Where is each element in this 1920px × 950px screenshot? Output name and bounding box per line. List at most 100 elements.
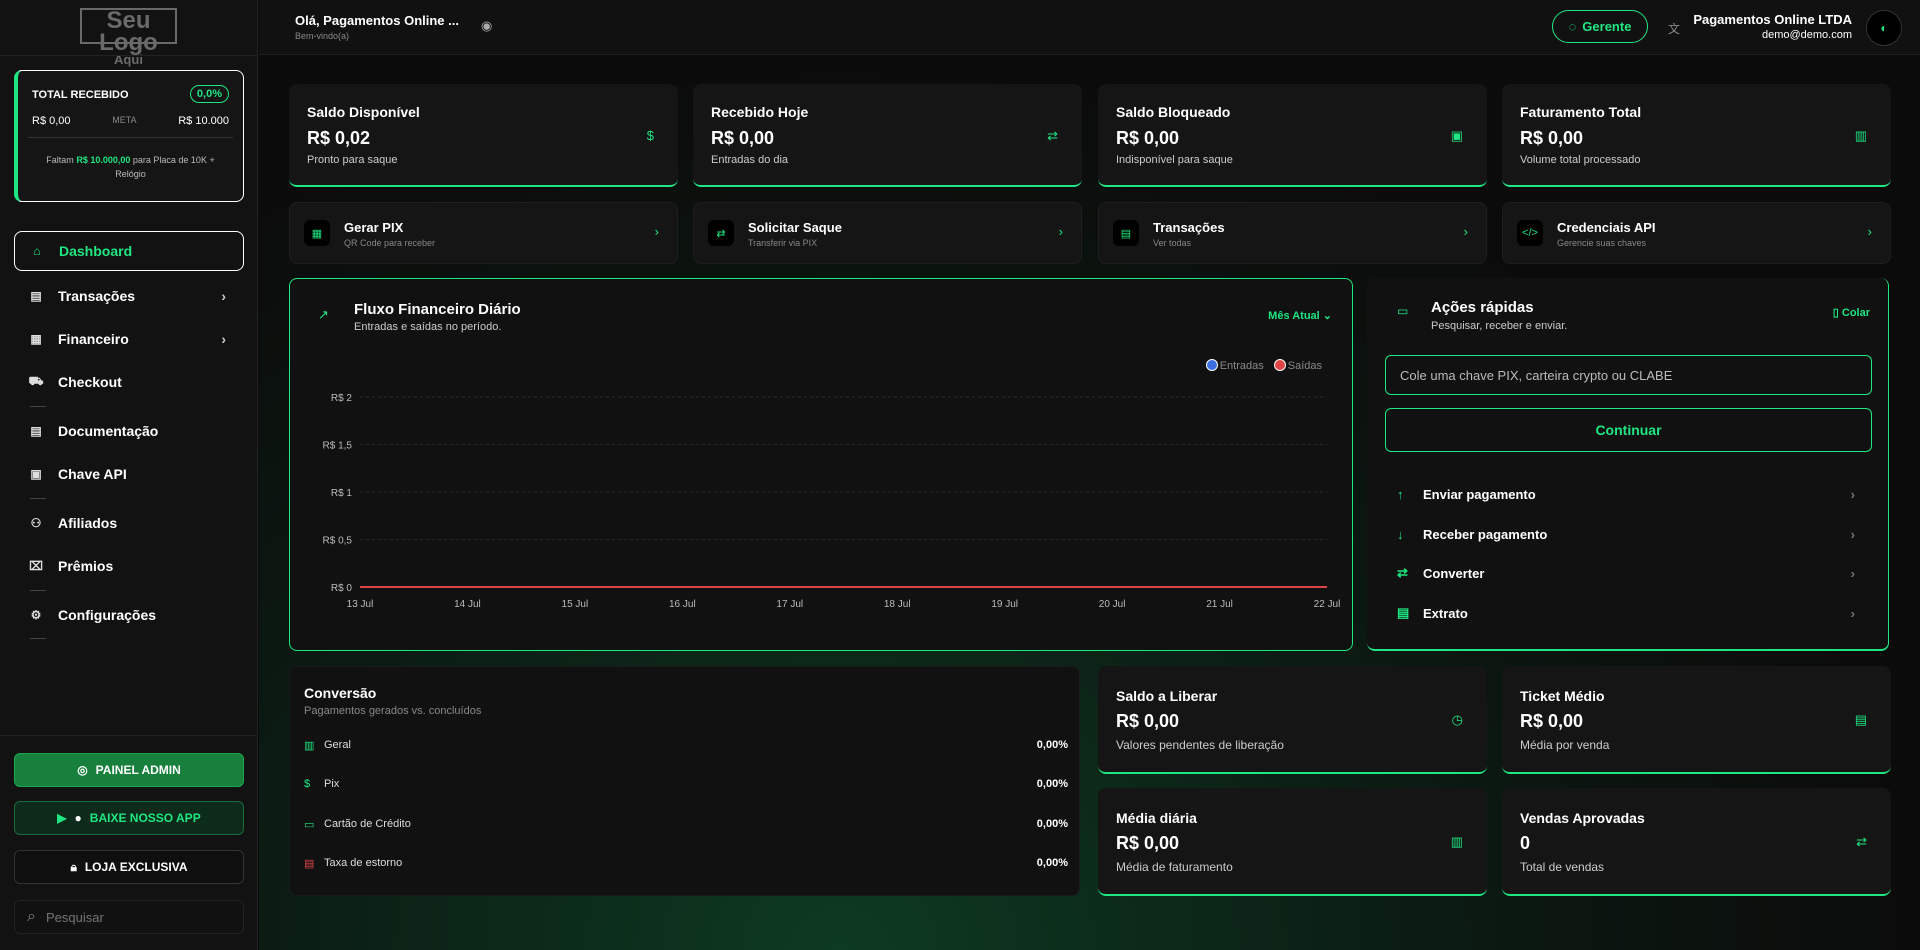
nav-label: Financeiro	[58, 331, 129, 347]
paste-label: Colar	[1841, 307, 1870, 319]
nav-premios[interactable]: ⌧ Prêmios	[14, 546, 244, 586]
continue-button[interactable]: Continuar	[1385, 408, 1872, 452]
goal-percent-badge: 0,0%	[189, 85, 229, 103]
chevron-right-icon: ›	[1850, 565, 1855, 581]
action-send-payment[interactable]: ↑ Enviar pagamento ›	[1397, 482, 1867, 506]
chevron-right-icon: ›	[1867, 224, 1872, 239]
stat-title: Saldo Disponível	[307, 104, 420, 120]
stat-value: R$ 0,00	[711, 128, 775, 148]
divider	[30, 638, 46, 639]
cash-flow-chart: R$ 0 R$ 0,5 R$ 1 R$ 1,5 R$ 2 13 Jul 14 Jul 15 J…	[323, 393, 1341, 610]
avatar[interactable]: ◐	[1866, 10, 1902, 46]
admin-panel-label: PAINEL ADMIN	[95, 763, 181, 777]
eye-icon[interactable]: ◉	[481, 18, 492, 34]
quick-link-solicitar-saque[interactable]: ⇄ Solicitar Saque Transferir via PIX ›	[693, 202, 1082, 264]
nav-checkout[interactable]: ⛟ Checkout	[14, 362, 244, 402]
quick-link-title: Solicitar Saque	[748, 220, 842, 235]
nav-dashboard[interactable]: ⌂ Dashboard	[14, 231, 244, 271]
stat-title: Faturamento Total	[1520, 104, 1642, 120]
clipboard-icon: ▯	[1832, 307, 1839, 319]
action-statement[interactable]: ▤ Extrato ›	[1397, 601, 1867, 625]
apple-icon: ●	[74, 811, 82, 825]
bar-chart-icon: ▥	[1854, 128, 1867, 143]
goal-card: TOTAL RECEBIDO 0,0% R$ 0,00 META R$ 10.0…	[14, 70, 244, 202]
credit-card-icon: ▭	[304, 818, 315, 831]
nav-afiliados[interactable]: ⚇ Afiliados	[14, 503, 244, 543]
divider	[30, 590, 46, 591]
transfer-icon: ⇄	[1397, 565, 1408, 580]
exclusive-store-button[interactable]: 🔒︎ LOJA EXCLUSIVA	[14, 850, 244, 884]
chevron-right-icon: ›	[1850, 526, 1855, 542]
stat-subtitle: Pronto para saque	[307, 154, 398, 166]
gear-icon: ⚙	[30, 608, 42, 622]
action-convert[interactable]: ⇄ Converter ›	[1397, 561, 1867, 585]
x-tick-label: 21 Jul	[1206, 599, 1233, 610]
quick-link-subtitle: Transferir via PIX	[748, 238, 818, 248]
stat-card-blocked: Saldo Bloqueado R$ 0,00 Indisponível par…	[1098, 84, 1487, 187]
account-info[interactable]: Pagamentos Online LTDA demo@demo.com	[1693, 12, 1852, 41]
cart-icon: ⛟	[28, 374, 44, 388]
search-input[interactable]	[45, 909, 226, 925]
download-app-button[interactable]: ▶ ● BAIXE NOSSO APP	[14, 801, 244, 835]
conversion-label: Cartão de Crédito	[324, 818, 411, 830]
conversion-label: Taxa de estorno	[324, 857, 403, 869]
archive-icon: ▭	[1397, 304, 1409, 318]
nav-label: Afiliados	[58, 515, 118, 531]
stat-subtitle: Volume total processado	[1520, 154, 1641, 166]
nav-documentacao[interactable]: ▤ Documentação	[14, 411, 244, 451]
quick-link-subtitle: Gerencie suas chaves	[1557, 238, 1647, 248]
chevron-right-icon: ›	[1463, 224, 1468, 239]
quick-actions-title: Ações rápidas	[1431, 299, 1534, 316]
mini-stat-approved-sales: Vendas Aprovadas 0 Total de vendas ⇄	[1502, 788, 1891, 896]
cash-flow-chart-card: ↗ Fluxo Financeiro Diário Entradas e saí…	[289, 278, 1353, 651]
welcome-text: Bem-vindo(a)	[295, 31, 350, 41]
translate-icon[interactable]: 文	[1668, 20, 1680, 37]
stat-value: R$ 0,00	[1116, 128, 1180, 148]
pix-icon: $	[304, 778, 311, 790]
manager-label: Gerente	[1582, 19, 1632, 34]
admin-panel-button[interactable]: ◎ PAINEL ADMIN	[14, 753, 244, 787]
nav-financeiro[interactable]: ▦ Financeiro ›	[14, 319, 244, 359]
action-receive-payment[interactable]: ↓ Receber pagamento ›	[1397, 522, 1867, 546]
goal-target: R$ 10.000	[178, 115, 229, 127]
quick-actions-card: ▭ Ações rápidas Pesquisar, receber e env…	[1367, 278, 1889, 651]
nav-chave-api[interactable]: ▣ Chave API	[14, 454, 244, 494]
mini-stat-value: R$ 0,00	[1116, 833, 1180, 853]
action-label: Receber pagamento	[1423, 526, 1548, 542]
manager-button[interactable]: ◌ Gerente	[1552, 10, 1648, 43]
code-icon: </>	[1517, 220, 1543, 246]
conversion-subtitle: Pagamentos gerados vs. concluídos	[304, 705, 482, 717]
quick-link-transacoes[interactable]: ▤ Transações Ver todas ›	[1098, 202, 1487, 264]
mini-stat-value: R$ 0,00	[1116, 711, 1180, 731]
x-tick-label: 17 Jul	[776, 599, 803, 610]
mini-stat-title: Saldo a Liberar	[1116, 688, 1218, 704]
paste-button[interactable]: ▯ Colar	[1833, 306, 1870, 319]
nav-transacoes[interactable]: ▤ Transações ›	[14, 276, 244, 316]
stat-title: Recebido Hoje	[711, 104, 809, 120]
document-icon: ▤	[30, 289, 42, 303]
quick-link-title: Transações	[1153, 220, 1225, 235]
quick-link-credenciais-api[interactable]: </> Credenciais API Gerencie suas chaves…	[1502, 202, 1891, 264]
home-icon: ⌂	[33, 244, 41, 258]
divider	[0, 735, 258, 736]
logo[interactable]: Seu Logo Aqui	[80, 8, 177, 66]
transfer-icon: ⇄	[1856, 834, 1867, 849]
action-label: Extrato	[1423, 605, 1468, 621]
pix-key-input[interactable]	[1385, 355, 1872, 395]
nav-label: Documentação	[58, 423, 159, 439]
search-icon: ⌕	[27, 908, 36, 925]
x-tick-label: 15 Jul	[562, 599, 589, 610]
gift-icon: ⌧	[29, 559, 43, 573]
conversion-row: ▭ Cartão de Crédito 0,00%	[304, 814, 1068, 834]
goal-title: TOTAL RECEBIDO	[32, 89, 129, 101]
divider	[28, 137, 233, 138]
play-store-icon: ▶	[57, 811, 67, 825]
x-tick-label: 20 Jul	[1099, 599, 1126, 610]
nav-configuracoes[interactable]: ⚙ Configurações	[14, 595, 244, 635]
quick-link-subtitle: QR Code para receber	[344, 238, 436, 248]
users-icon: ⚇	[30, 516, 42, 530]
divider	[30, 406, 46, 407]
x-tick-label: 18 Jul	[884, 599, 911, 610]
quick-link-gerar-pix[interactable]: ▦ Gerar PIX QR Code para receber ›	[289, 202, 678, 264]
nav-label: Configurações	[58, 607, 157, 623]
